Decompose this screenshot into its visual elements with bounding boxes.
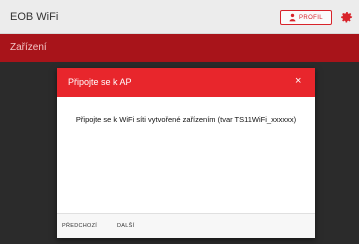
app-title: EOB WiFi — [10, 11, 59, 23]
next-button[interactable]: DALŠÍ — [117, 223, 134, 229]
section-header: Zařízení — [0, 34, 359, 62]
top-bar: EOB WiFi PROFIL — [0, 0, 359, 34]
section-title: Zařízení — [10, 42, 47, 53]
dialog-message: Připojte se k WiFi síti vytvořené zaříze… — [75, 115, 297, 124]
person-icon — [289, 13, 296, 22]
close-icon[interactable]: × — [295, 76, 301, 87]
dialog-footer: PŘEDCHOZÍ DALŠÍ — [57, 213, 315, 238]
dialog-title: Připojte se k AP — [68, 77, 132, 87]
connect-ap-dialog: Připojte se k AP × Připojte se k WiFi sí… — [57, 68, 315, 238]
gear-icon[interactable] — [339, 9, 354, 24]
profile-label: PROFIL — [298, 14, 324, 21]
profile-button[interactable]: PROFIL — [280, 10, 332, 25]
dialog-body: Připojte se k WiFi síti vytvořené zaříze… — [57, 97, 315, 213]
dialog-header: Připojte se k AP × — [57, 68, 315, 97]
app-window: EOB WiFi PROFIL Zařízení Připojte se k A… — [0, 0, 359, 244]
previous-button[interactable]: PŘEDCHOZÍ — [62, 223, 97, 229]
